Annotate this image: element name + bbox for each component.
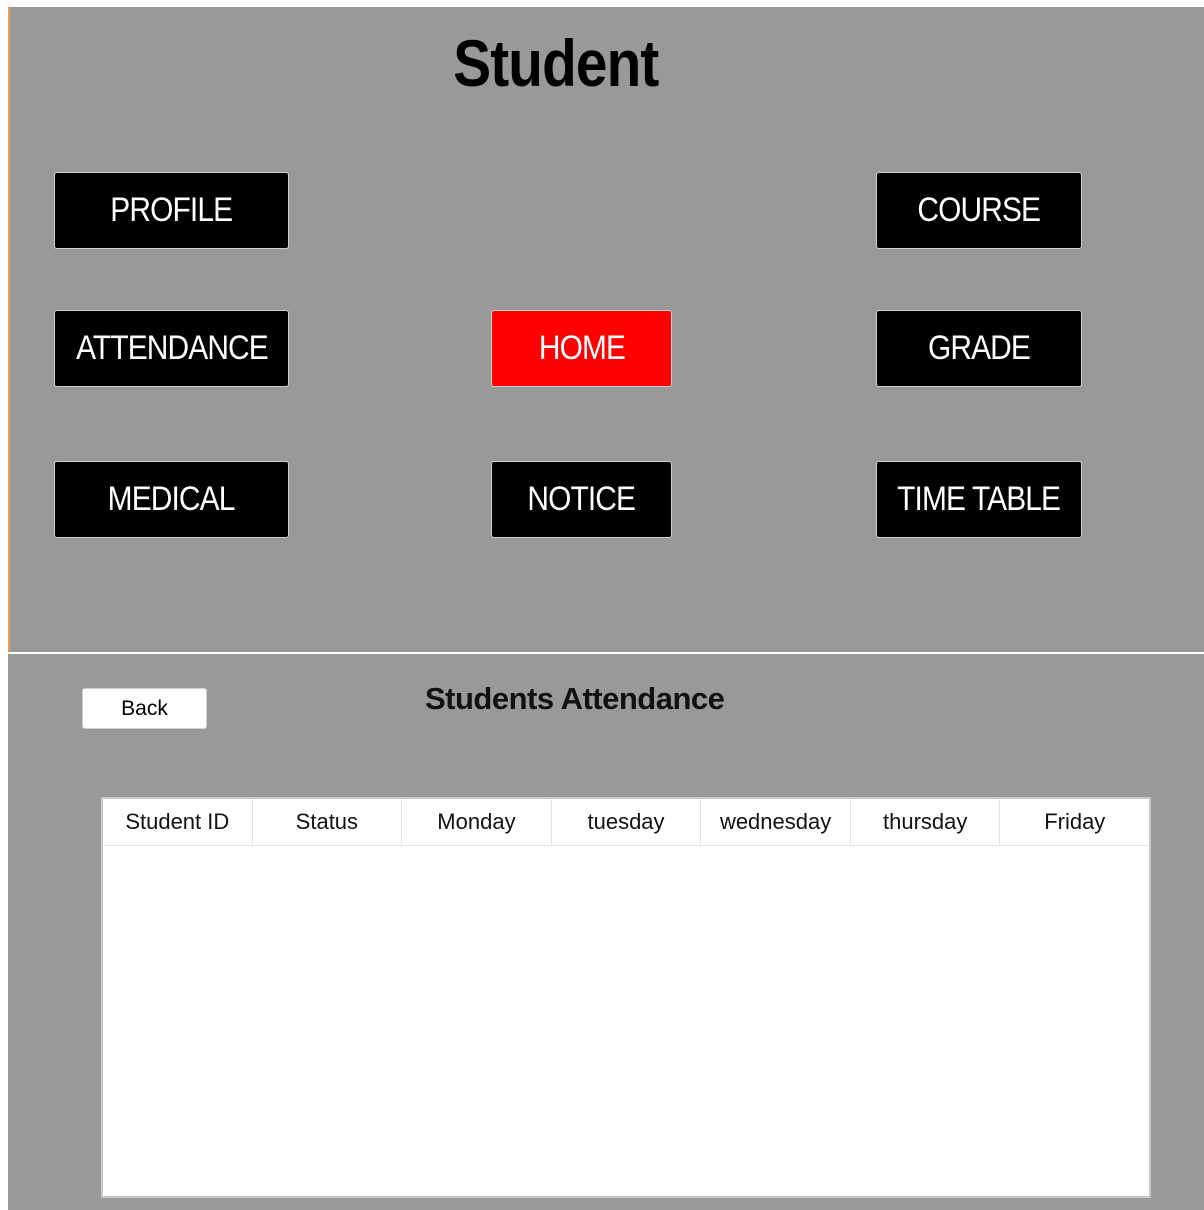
page-title: Student xyxy=(453,26,659,100)
back-button[interactable]: Back xyxy=(82,688,207,729)
course-button[interactable]: COURSE xyxy=(876,172,1082,249)
home-button-label: HOME xyxy=(538,329,625,367)
column-header-student-id[interactable]: Student ID xyxy=(103,799,253,845)
timetable-button-label: TIME TABLE xyxy=(897,480,1061,518)
profile-button[interactable]: PROFILE xyxy=(54,172,289,249)
grade-button[interactable]: GRADE xyxy=(876,310,1082,387)
table-header: Student ID Status Monday tuesday wednesd… xyxy=(103,799,1149,846)
column-header-status[interactable]: Status xyxy=(253,799,403,845)
timetable-button[interactable]: TIME TABLE xyxy=(876,461,1082,538)
notice-button-label: NOTICE xyxy=(527,480,637,518)
attendance-table[interactable]: Student ID Status Monday tuesday wednesd… xyxy=(101,797,1151,1198)
column-header-friday[interactable]: Friday xyxy=(1000,799,1149,845)
column-header-thursday[interactable]: thursday xyxy=(851,799,1001,845)
profile-button-label: PROFILE xyxy=(110,191,234,229)
table-body xyxy=(103,846,1149,1196)
column-header-wednesday[interactable]: wednesday xyxy=(701,799,851,845)
attendance-panel: Back Students Attendance Student ID Stat… xyxy=(8,654,1204,1210)
course-button-label: COURSE xyxy=(917,191,1042,229)
medical-button-label: MEDICAL xyxy=(108,480,236,518)
column-header-tuesday[interactable]: tuesday xyxy=(552,799,702,845)
section-title: Students Attendance xyxy=(425,681,725,716)
column-header-monday[interactable]: Monday xyxy=(402,799,552,845)
attendance-button-label: ATTENDANCE xyxy=(75,329,269,367)
grade-button-label: GRADE xyxy=(927,329,1031,367)
home-button[interactable]: HOME xyxy=(491,310,672,387)
notice-button[interactable]: NOTICE xyxy=(491,461,672,538)
medical-button[interactable]: MEDICAL xyxy=(54,461,289,538)
navigation-panel: Student PROFILE COURSE ATTENDANCE HOME G… xyxy=(8,7,1204,652)
attendance-button[interactable]: ATTENDANCE xyxy=(54,310,289,387)
